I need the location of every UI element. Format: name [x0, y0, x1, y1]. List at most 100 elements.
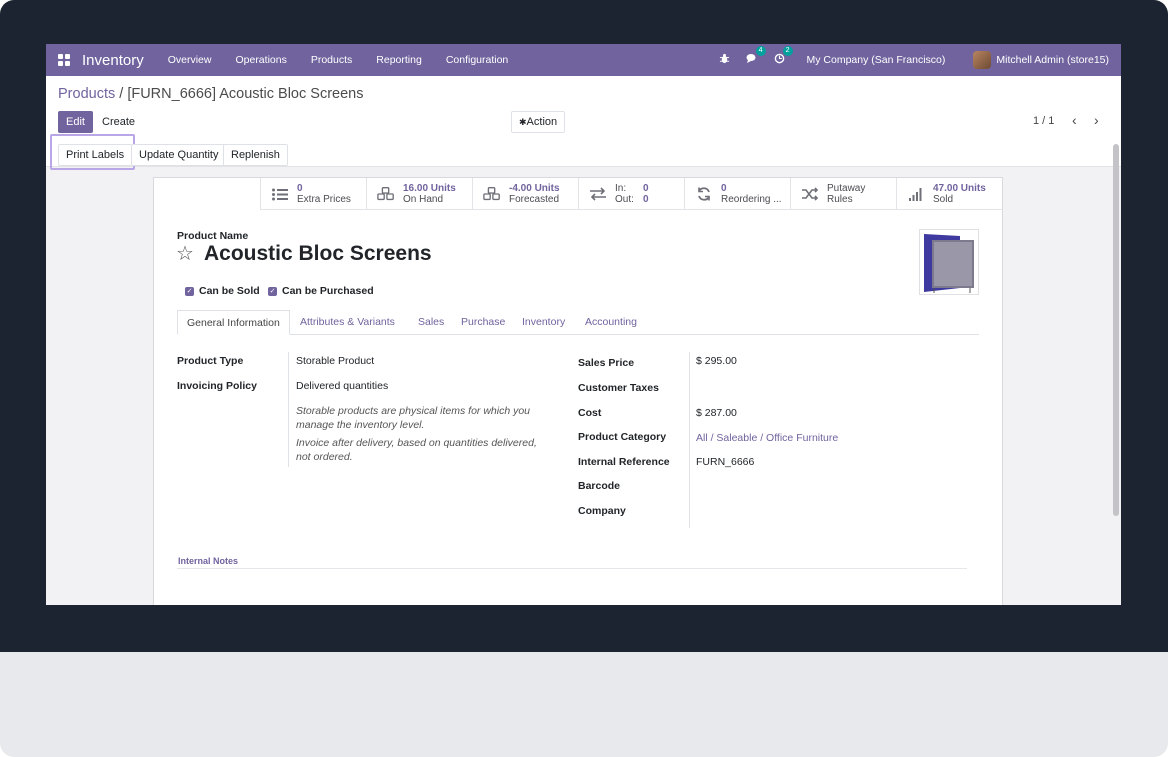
company-label: Company	[578, 505, 626, 517]
sold-label: Sold	[933, 194, 954, 205]
apps-menu-icon[interactable]	[58, 54, 70, 66]
out-label: Out:	[615, 194, 634, 205]
in-label: In:	[615, 183, 627, 194]
internal-notes-divider	[177, 568, 967, 569]
putaway-line2: Rules	[827, 194, 853, 205]
out-value: 0	[643, 194, 649, 205]
forecasted-value: -4.00 Units	[509, 183, 560, 194]
in-value: 0	[643, 183, 649, 194]
action-label: Action	[526, 116, 558, 128]
product-name-field[interactable]: Acoustic Bloc Screens	[204, 242, 432, 266]
on-hand-label: On Hand	[403, 194, 444, 205]
refresh-icon	[695, 186, 713, 202]
tab-general-information[interactable]: General Information	[177, 310, 290, 335]
reordering-value: 0	[721, 183, 727, 194]
internal-reference-label: Internal Reference	[578, 456, 670, 468]
cost-label: Cost	[578, 407, 602, 419]
form-tabs: General Information Attributes & Variant…	[177, 310, 979, 335]
messages-chat-icon[interactable]: 4	[746, 46, 766, 67]
list-icon	[271, 186, 289, 202]
tab-purchase[interactable]: Purchase	[461, 310, 505, 335]
sales-price-label: Sales Price	[578, 357, 635, 369]
invoicing-policy-label: Invoicing Policy	[177, 380, 257, 392]
reordering-label: Reordering ...	[721, 194, 782, 205]
breadcrumb: Products / [FURN_6666] Acoustic Bloc Scr…	[58, 86, 363, 102]
company-switcher[interactable]: My Company (San Francisco)	[807, 54, 946, 66]
product-image[interactable]	[919, 229, 979, 295]
left-group-separator	[288, 352, 289, 467]
menu-configuration[interactable]: Configuration	[434, 54, 520, 66]
can-be-sold-checkbox[interactable]: ✓	[185, 286, 194, 296]
cost-field[interactable]: $ 287.00	[696, 407, 737, 419]
user-avatar[interactable]	[973, 51, 992, 69]
tab-attributes-variants[interactable]: Attributes & Variants	[300, 310, 395, 335]
can-be-sold-option[interactable]: ✓ Can be Sold	[185, 285, 260, 297]
invoice-help-text: Invoice after delivery, based on quantit…	[296, 437, 537, 463]
internal-notes-label: Internal Notes	[178, 556, 239, 566]
update-quantity-button[interactable]: Update Quantity	[131, 144, 227, 166]
main-navbar: Inventory Overview Operations Products R…	[46, 44, 1121, 76]
app-screen: Inventory Overview Operations Products R…	[46, 44, 1121, 605]
can-be-purchased-checkbox[interactable]: ✓	[268, 286, 277, 296]
messages-badge: 4	[755, 46, 766, 56]
invoicing-policy-field[interactable]: Delivered quantities	[296, 380, 388, 392]
product-type-label: Product Type	[177, 355, 244, 367]
debug-bug-icon[interactable]	[719, 53, 730, 67]
product-category-link[interactable]: All / Saleable / Office Furniture	[696, 432, 838, 444]
random-shuffle-icon	[801, 186, 819, 202]
menu-products[interactable]: Products	[299, 54, 364, 66]
pager-value[interactable]: 1 / 1	[1033, 115, 1054, 127]
in-out-button[interactable]: In: 0 Out: 0	[578, 178, 684, 210]
customer-taxes-label: Customer Taxes	[578, 382, 659, 394]
smart-buttons: 0 Extra Prices 16.00 Units On Hand -4.00 U…	[260, 178, 1002, 210]
edit-button[interactable]: Edit	[58, 111, 93, 133]
vertical-scrollbar[interactable]	[1113, 144, 1119, 516]
replenish-button[interactable]: Replenish	[223, 144, 288, 166]
sales-price-field[interactable]: $ 295.00	[696, 355, 737, 367]
favorite-star-icon[interactable]: ☆	[176, 241, 194, 266]
extra-prices-button[interactable]: 0 Extra Prices	[260, 178, 366, 210]
create-button[interactable]: Create	[94, 111, 144, 133]
putaway-rules-button[interactable]: Putaway Rules	[790, 178, 896, 210]
activities-clock-icon[interactable]: 2	[774, 46, 793, 67]
can-be-purchased-label: Can be Purchased	[282, 285, 374, 297]
navbar-systray: 4 2 My Company (San Francisco) Mitchell …	[711, 46, 1122, 69]
menu-reporting[interactable]: Reporting	[364, 54, 434, 66]
gear-icon: ✱	[519, 117, 527, 127]
forecasted-label: Forecasted	[509, 194, 560, 205]
user-menu[interactable]: Mitchell Admin (store15)	[996, 54, 1109, 66]
app-brand[interactable]: Inventory	[82, 52, 144, 69]
form-sheet: 0 Extra Prices 16.00 Units On Hand -4.00 U…	[153, 177, 1003, 605]
extra-prices-label: Extra Prices	[297, 194, 351, 205]
tab-accounting[interactable]: Accounting	[585, 310, 637, 335]
signal-bars-icon	[907, 186, 925, 202]
focus-highlight	[50, 134, 135, 170]
tab-sales[interactable]: Sales	[418, 310, 444, 335]
on-hand-button[interactable]: 16.00 Units On Hand	[366, 178, 472, 210]
nav-menu: Overview Operations Products Reporting C…	[156, 54, 521, 66]
on-hand-value: 16.00 Units	[403, 183, 456, 194]
cubes-icon	[377, 186, 395, 202]
menu-operations[interactable]: Operations	[223, 54, 298, 66]
device-stand	[0, 652, 1168, 757]
reordering-button[interactable]: 0 Reordering ...	[684, 178, 790, 210]
menu-overview[interactable]: Overview	[156, 54, 224, 66]
sold-button[interactable]: 47.00 Units Sold	[896, 178, 1002, 210]
pager-previous-icon[interactable]: ‹	[1072, 112, 1077, 128]
barcode-label: Barcode	[578, 480, 621, 492]
tab-inventory[interactable]: Inventory	[522, 310, 565, 335]
forecasted-button[interactable]: -4.00 Units Forecasted	[472, 178, 578, 210]
internal-reference-field[interactable]: FURN_6666	[696, 456, 754, 468]
form-statusbar: Print Labels Update Quantity Replenish	[46, 134, 1121, 170]
breadcrumb-products-link[interactable]: Products	[58, 86, 115, 102]
pager-next-icon[interactable]: ›	[1094, 112, 1099, 128]
product-type-field[interactable]: Storable Product	[296, 355, 374, 367]
putaway-line1: Putaway	[827, 183, 866, 194]
right-group-separator	[689, 352, 690, 528]
product-category-label: Product Category	[578, 431, 667, 443]
can-be-sold-label: Can be Sold	[199, 285, 260, 297]
storable-help-text: Storable products are physical items for…	[296, 405, 531, 431]
action-button[interactable]: ✱Action	[511, 111, 566, 133]
cubes-icon	[483, 186, 501, 202]
can-be-purchased-option[interactable]: ✓ Can be Purchased	[268, 285, 374, 297]
